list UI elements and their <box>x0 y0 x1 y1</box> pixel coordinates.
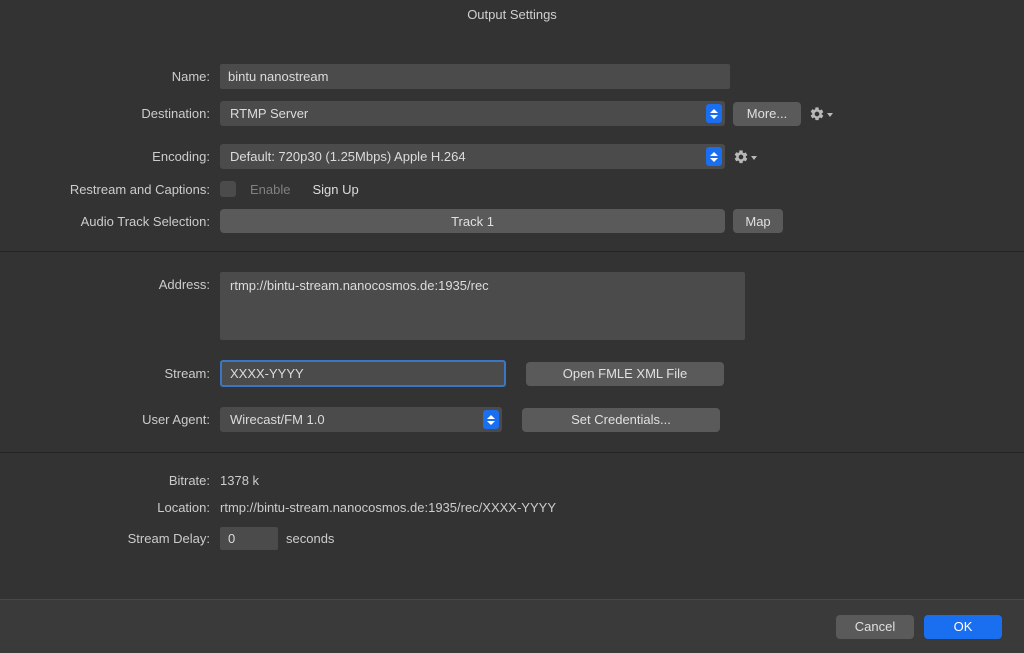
address-input[interactable] <box>220 272 745 340</box>
chevron-down-icon <box>751 156 757 160</box>
useragent-label: User Agent: <box>0 412 220 427</box>
encoding-gear-menu[interactable] <box>733 149 757 165</box>
connection-section: Address: Stream: Open FMLE XML File User… <box>0 251 1024 452</box>
content-area: Name: Destination: RTMP Server More... <box>0 28 1024 653</box>
encoding-select[interactable]: Default: 720p30 (1.25Mbps) Apple H.264 <box>220 144 725 169</box>
cancel-button[interactable]: Cancel <box>836 615 914 639</box>
stream-label: Stream: <box>0 366 220 381</box>
bitrate-value: 1378 k <box>220 473 259 488</box>
stream-delay-input[interactable] <box>220 527 278 550</box>
set-credentials-button[interactable]: Set Credentials... <box>522 408 720 432</box>
location-value: rtmp://bintu-stream.nanocosmos.de:1935/r… <box>220 500 556 515</box>
name-label: Name: <box>0 69 220 84</box>
stream-input[interactable] <box>220 360 506 387</box>
general-section: Name: Destination: RTMP Server More... <box>0 28 1024 251</box>
stepper-icon <box>483 410 499 429</box>
stepper-icon <box>706 104 722 123</box>
window-title: Output Settings <box>0 0 1024 28</box>
name-input[interactable] <box>220 64 730 89</box>
delay-label: Stream Delay: <box>0 531 220 546</box>
location-label: Location: <box>0 500 220 515</box>
footer: Cancel OK <box>0 599 1024 653</box>
destination-gear-menu[interactable] <box>809 106 833 122</box>
signup-link[interactable]: Sign Up <box>312 182 358 197</box>
gear-icon <box>809 106 825 122</box>
chevron-down-icon <box>827 113 833 117</box>
destination-select[interactable]: RTMP Server <box>220 101 725 126</box>
encoding-label: Encoding: <box>0 149 220 164</box>
restream-label: Restream and Captions: <box>0 182 220 197</box>
useragent-select[interactable]: Wirecast/FM 1.0 <box>220 407 502 432</box>
map-button[interactable]: Map <box>733 209 783 233</box>
enable-checkbox[interactable] <box>220 181 236 197</box>
more-button[interactable]: More... <box>733 102 801 126</box>
gear-icon <box>733 149 749 165</box>
info-section: Bitrate: 1378 k Location: rtmp://bintu-s… <box>0 452 1024 570</box>
ok-button[interactable]: OK <box>924 615 1002 639</box>
audiotrack-label: Audio Track Selection: <box>0 214 220 229</box>
delay-unit: seconds <box>286 531 334 546</box>
track-select-button[interactable]: Track 1 <box>220 209 725 233</box>
enable-label: Enable <box>250 182 290 197</box>
stepper-icon <box>706 147 722 166</box>
useragent-select-value: Wirecast/FM 1.0 <box>230 412 325 427</box>
destination-label: Destination: <box>0 106 220 121</box>
output-settings-window: Output Settings Name: Destination: RTMP … <box>0 0 1024 653</box>
open-fmle-button[interactable]: Open FMLE XML File <box>526 362 724 386</box>
destination-select-value: RTMP Server <box>230 106 308 121</box>
address-label: Address: <box>0 272 220 292</box>
bitrate-label: Bitrate: <box>0 473 220 488</box>
encoding-select-value: Default: 720p30 (1.25Mbps) Apple H.264 <box>230 149 466 164</box>
